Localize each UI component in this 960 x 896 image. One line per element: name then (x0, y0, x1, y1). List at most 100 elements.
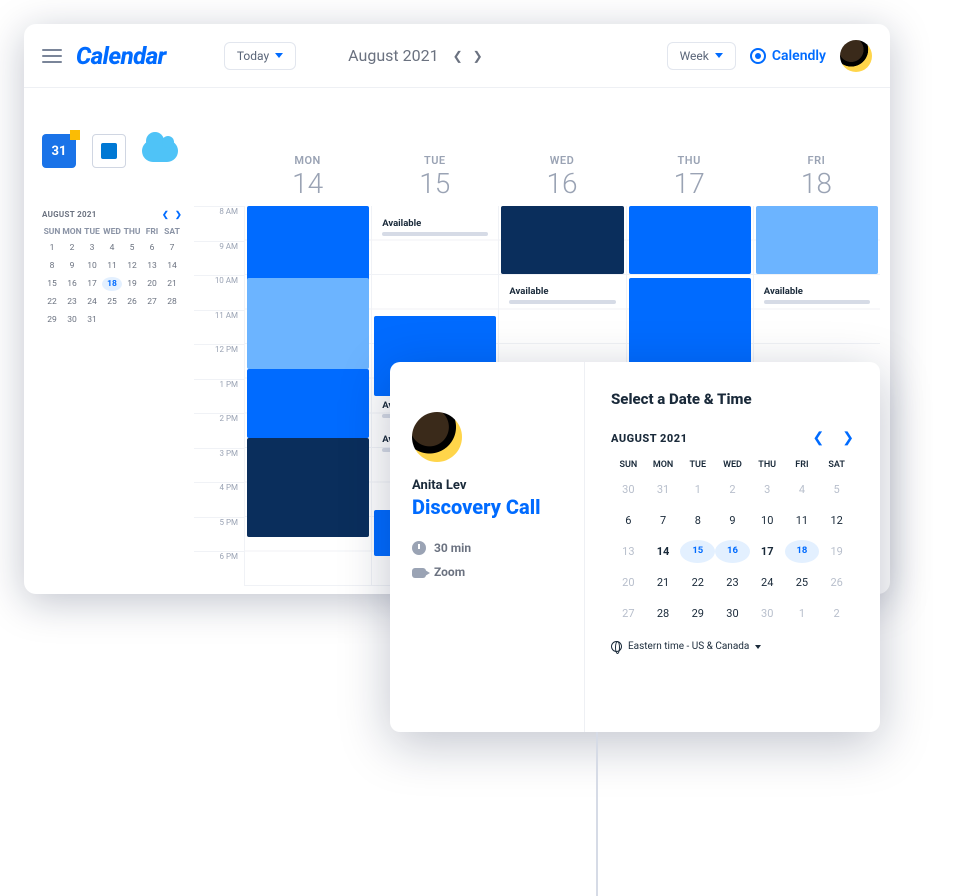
view-select[interactable]: Week (667, 42, 736, 70)
mini-day[interactable]: 1 (42, 241, 62, 255)
mini-day[interactable]: 22 (42, 295, 62, 309)
event-block[interactable] (247, 438, 369, 537)
booking-day[interactable]: 26 (819, 571, 854, 594)
booking-day[interactable]: 30 (611, 478, 646, 501)
booking-day[interactable]: 12 (819, 509, 854, 532)
mini-day[interactable]: 6 (142, 241, 162, 255)
event-block[interactable] (501, 206, 623, 274)
mini-day[interactable]: 27 (142, 295, 162, 309)
week-day-header: TUE15 (371, 154, 498, 200)
calendly-link[interactable]: Calendly (750, 48, 826, 64)
mini-day[interactable]: 24 (82, 295, 102, 309)
event-block[interactable] (629, 206, 751, 274)
cloud-icon[interactable] (142, 140, 178, 162)
today-button[interactable]: Today (224, 42, 296, 70)
mini-day[interactable]: 2 (62, 241, 82, 255)
mini-day[interactable]: 9 (62, 259, 82, 273)
event-block[interactable] (247, 369, 369, 437)
booking-dow: TUE (680, 460, 715, 470)
booking-day[interactable]: 20 (611, 571, 646, 594)
available-slot[interactable]: Available (503, 282, 621, 308)
booking-next-button[interactable]: ❯ (842, 430, 854, 446)
booking-day[interactable]: 13 (611, 540, 646, 563)
booking-day[interactable]: 14 (646, 540, 681, 563)
booking-day[interactable]: 19 (819, 540, 854, 563)
caret-down-icon (715, 53, 723, 58)
booking-day[interactable]: 31 (646, 478, 681, 501)
mini-day[interactable]: 15 (42, 277, 62, 291)
week-day-header: MON14 (244, 154, 371, 200)
mini-day[interactable]: 30 (62, 313, 82, 327)
booking-day[interactable]: 15 (680, 540, 715, 563)
booking-day[interactable]: 6 (611, 509, 646, 532)
timezone-select[interactable]: Eastern time - US & Canada (611, 641, 854, 652)
mini-day[interactable]: 26 (122, 295, 142, 309)
mini-day[interactable]: 18 (102, 277, 122, 291)
mini-day[interactable]: 28 (162, 295, 182, 309)
booking-day[interactable]: 21 (646, 571, 681, 594)
booking-day[interactable]: 11 (785, 509, 820, 532)
mini-day[interactable]: 12 (122, 259, 142, 273)
booking-day[interactable]: 16 (715, 540, 750, 563)
mini-day[interactable]: 29 (42, 313, 62, 327)
booking-day[interactable]: 9 (715, 509, 750, 532)
outlook-icon[interactable] (92, 134, 126, 168)
booking-day[interactable]: 1 (785, 602, 820, 625)
mini-day[interactable]: 7 (162, 241, 182, 255)
mini-day[interactable]: 14 (162, 259, 182, 273)
menu-icon[interactable] (42, 49, 62, 63)
booking-day[interactable]: 2 (819, 602, 854, 625)
view-label: Week (680, 49, 709, 63)
mini-day[interactable]: 5 (122, 241, 142, 255)
booking-day[interactable]: 17 (750, 540, 785, 563)
available-slot[interactable]: Available (758, 282, 876, 308)
booking-day[interactable]: 25 (785, 571, 820, 594)
booking-day[interactable]: 1 (680, 478, 715, 501)
event-block[interactable] (756, 206, 878, 274)
mini-day[interactable]: 4 (102, 241, 122, 255)
booking-prev-button[interactable]: ❮ (813, 430, 825, 446)
mini-day[interactable]: 20 (142, 277, 162, 291)
mini-day[interactable]: 19 (122, 277, 142, 291)
host-avatar (412, 412, 462, 462)
available-slot[interactable]: Available (376, 214, 494, 240)
booking-day[interactable]: 4 (785, 478, 820, 501)
booking-day[interactable]: 30 (750, 602, 785, 625)
booking-day[interactable]: 18 (785, 540, 820, 563)
prev-month-button[interactable]: ❮ (453, 49, 463, 63)
mini-day[interactable]: 23 (62, 295, 82, 309)
mini-day[interactable]: 16 (62, 277, 82, 291)
mini-day[interactable]: 13 (142, 259, 162, 273)
booking-day[interactable]: 8 (680, 509, 715, 532)
mini-day[interactable]: 10 (82, 259, 102, 273)
google-calendar-icon[interactable]: 31 (42, 134, 76, 168)
next-month-button[interactable]: ❯ (473, 49, 483, 63)
mini-prev-button[interactable]: ❮ (162, 210, 169, 219)
mini-day[interactable]: 21 (162, 277, 182, 291)
event-block[interactable] (247, 278, 369, 369)
booking-day[interactable]: 27 (611, 602, 646, 625)
booking-day[interactable]: 2 (715, 478, 750, 501)
booking-dow: SUN (611, 460, 646, 470)
booking-day[interactable]: 3 (750, 478, 785, 501)
booking-day[interactable]: 23 (715, 571, 750, 594)
booking-day[interactable]: 10 (750, 509, 785, 532)
booking-day[interactable]: 24 (750, 571, 785, 594)
mini-day[interactable]: 3 (82, 241, 102, 255)
user-avatar[interactable] (840, 40, 872, 72)
mini-day[interactable]: 25 (102, 295, 122, 309)
booking-day[interactable]: 22 (680, 571, 715, 594)
mini-next-button[interactable]: ❯ (175, 210, 182, 219)
hour-label: 9 AM (194, 241, 244, 276)
booking-day[interactable]: 7 (646, 509, 681, 532)
booking-day[interactable]: 28 (646, 602, 681, 625)
mini-day[interactable]: 31 (82, 313, 102, 327)
host-name: Anita Lev (412, 478, 562, 493)
mini-day[interactable]: 8 (42, 259, 62, 273)
mini-day[interactable]: 17 (82, 277, 102, 291)
booking-day[interactable]: 29 (680, 602, 715, 625)
booking-day[interactable]: 30 (715, 602, 750, 625)
mini-day[interactable]: 11 (102, 259, 122, 273)
booking-heading: Select a Date & Time (611, 390, 854, 408)
booking-day[interactable]: 5 (819, 478, 854, 501)
